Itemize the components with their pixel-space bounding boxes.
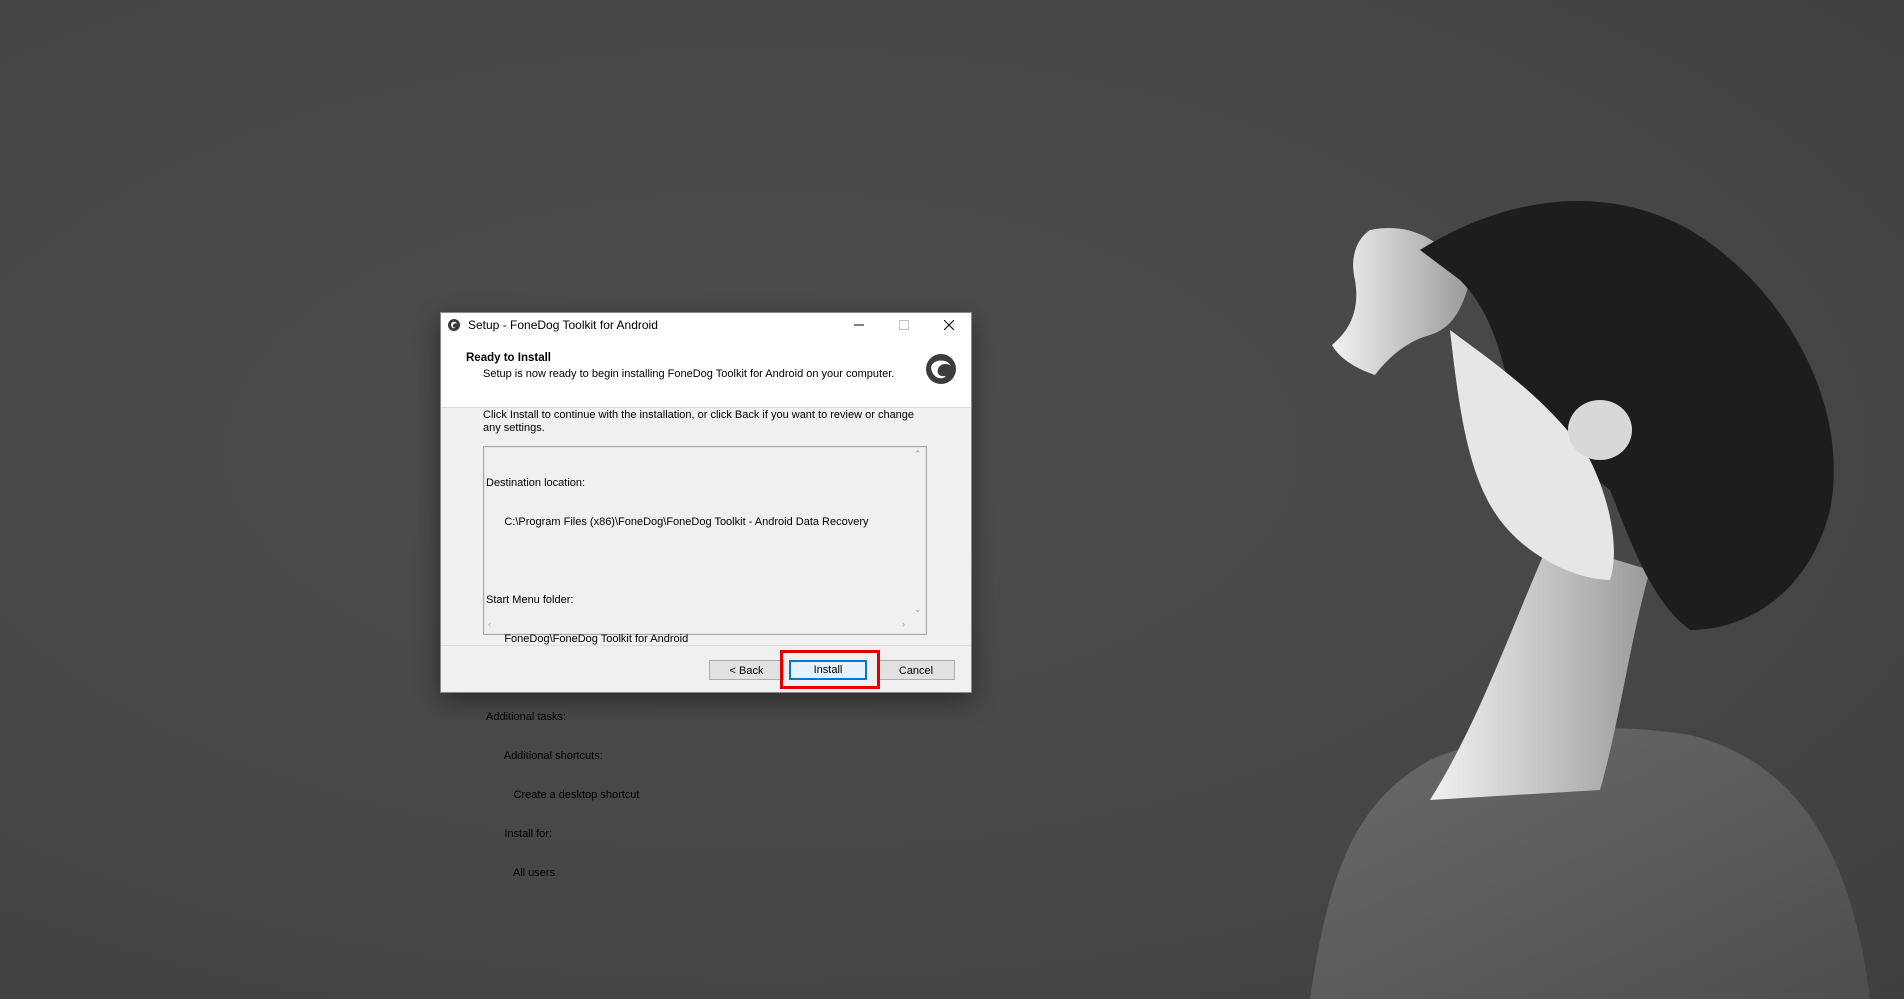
minimize-icon[interactable]: [836, 313, 881, 337]
scroll-down-icon[interactable]: ⌄: [914, 604, 922, 615]
horizontal-scrollbar[interactable]: ‹ ›: [484, 617, 909, 634]
close-icon[interactable]: [926, 313, 971, 337]
memo-line: Create a desktop shortcut: [486, 789, 640, 801]
memo-line: [486, 555, 869, 568]
memo-line: Additional tasks:: [486, 711, 567, 723]
fonedog-logo-icon: [926, 354, 956, 384]
instructions-text: Click Install to continue with the insta…: [483, 409, 915, 434]
title-bar[interactable]: Setup - FoneDog Toolkit for Android: [441, 313, 971, 337]
back-button[interactable]: < Back: [709, 660, 784, 680]
fonedog-app-icon: [447, 318, 461, 332]
maximize-icon: [881, 313, 926, 337]
cancel-button[interactable]: Cancel: [877, 660, 955, 680]
memo-line: C:\Program Files (x86)\FoneDog\FoneDog T…: [486, 516, 869, 528]
page-title: Ready to Install: [466, 352, 551, 364]
wizard-header: Ready to Install Setup is now ready to b…: [441, 337, 971, 408]
page-subtitle: Setup is now ready to begin installing F…: [483, 368, 895, 380]
window-title: Setup - FoneDog Toolkit for Android: [468, 318, 658, 332]
install-highlight-box: [780, 650, 880, 689]
memo-line: Additional shortcuts:: [486, 750, 603, 762]
install-summary-memo[interactable]: Destination location: C:\Program Files (…: [483, 446, 927, 879]
footer-divider: [441, 645, 971, 646]
scroll-up-icon[interactable]: ⌃: [914, 449, 922, 460]
scroll-left-icon[interactable]: ‹: [488, 619, 491, 629]
memo-line: Start Menu folder:: [486, 594, 574, 606]
memo-line: Destination location:: [486, 477, 586, 489]
wallpaper-figure: [1310, 201, 1870, 999]
vertical-scrollbar[interactable]: ⌃ ⌄: [909, 447, 926, 617]
memo-line: Install for:: [486, 828, 553, 840]
scroll-right-icon[interactable]: ›: [902, 619, 905, 629]
setup-dialog: Setup - FoneDog Toolkit for Android Read…: [441, 313, 971, 879]
memo-line: All users: [486, 867, 556, 879]
